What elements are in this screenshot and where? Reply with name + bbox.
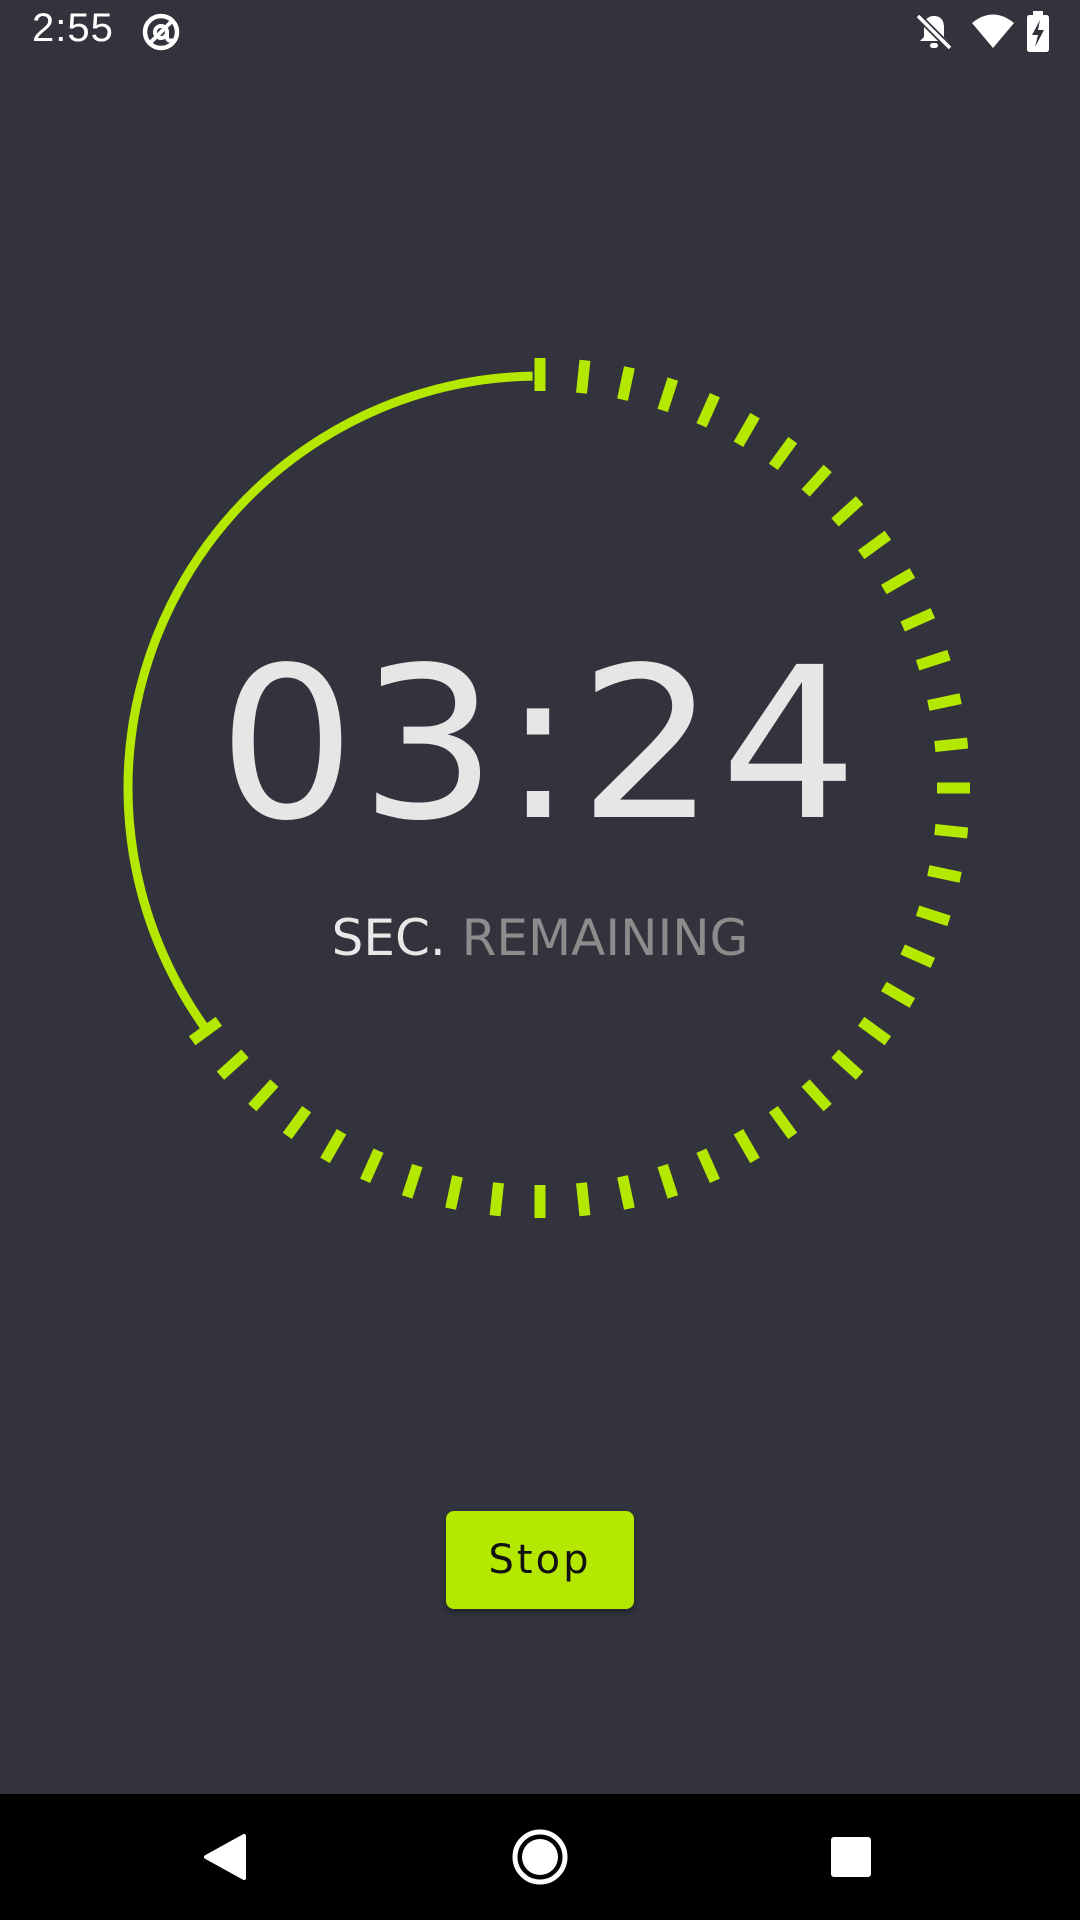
remaining-tick <box>445 1175 463 1210</box>
remaining-tick <box>282 1105 312 1140</box>
remaining-tick <box>401 1163 423 1199</box>
time-display: 03:24 <box>218 622 862 867</box>
remaining-tick <box>857 530 892 560</box>
recents-icon[interactable] <box>818 1824 884 1890</box>
timer-screen: 2:55 03:24 SEC. REMAINING Stop <box>0 0 1080 1920</box>
remaining-tick <box>216 1049 249 1080</box>
remaining-text: REMAINING <box>461 909 749 967</box>
remaining-tick <box>768 436 798 471</box>
remaining-tick <box>768 1105 798 1140</box>
remaining-tick <box>881 981 916 1008</box>
remaining-tick <box>831 1049 864 1080</box>
navigation-bar <box>0 1794 1080 1920</box>
remaining-tick <box>576 359 591 394</box>
remaining-tick <box>360 1148 384 1184</box>
remaining-tick <box>801 1079 832 1112</box>
remaining-tick <box>857 1016 892 1046</box>
remaining-tick <box>733 1129 760 1164</box>
stop-button[interactable]: Stop <box>446 1511 634 1609</box>
remaining-tick <box>489 1182 504 1217</box>
sec-label: SEC. <box>331 909 446 967</box>
home-icon[interactable] <box>507 1824 573 1890</box>
remaining-tick <box>320 1129 347 1164</box>
remaining-tick <box>801 464 832 497</box>
remaining-tick <box>733 412 760 447</box>
remaining-tick <box>617 366 635 401</box>
remaining-tick <box>696 1148 720 1184</box>
remaining-tick <box>576 1182 591 1217</box>
remaining-tick <box>657 377 679 413</box>
remaining-label: SEC. REMAINING <box>0 910 1080 966</box>
remaining-tick <box>657 1163 679 1199</box>
remaining-tick <box>696 392 720 428</box>
remaining-tick <box>248 1079 279 1112</box>
remaining-tick <box>617 1175 635 1210</box>
remaining-tick <box>831 496 864 527</box>
remaining-tick <box>188 1016 223 1046</box>
remaining-tick <box>927 865 962 883</box>
back-icon[interactable] <box>192 1824 258 1890</box>
remaining-tick <box>881 568 916 595</box>
remaining-tick <box>900 608 936 632</box>
